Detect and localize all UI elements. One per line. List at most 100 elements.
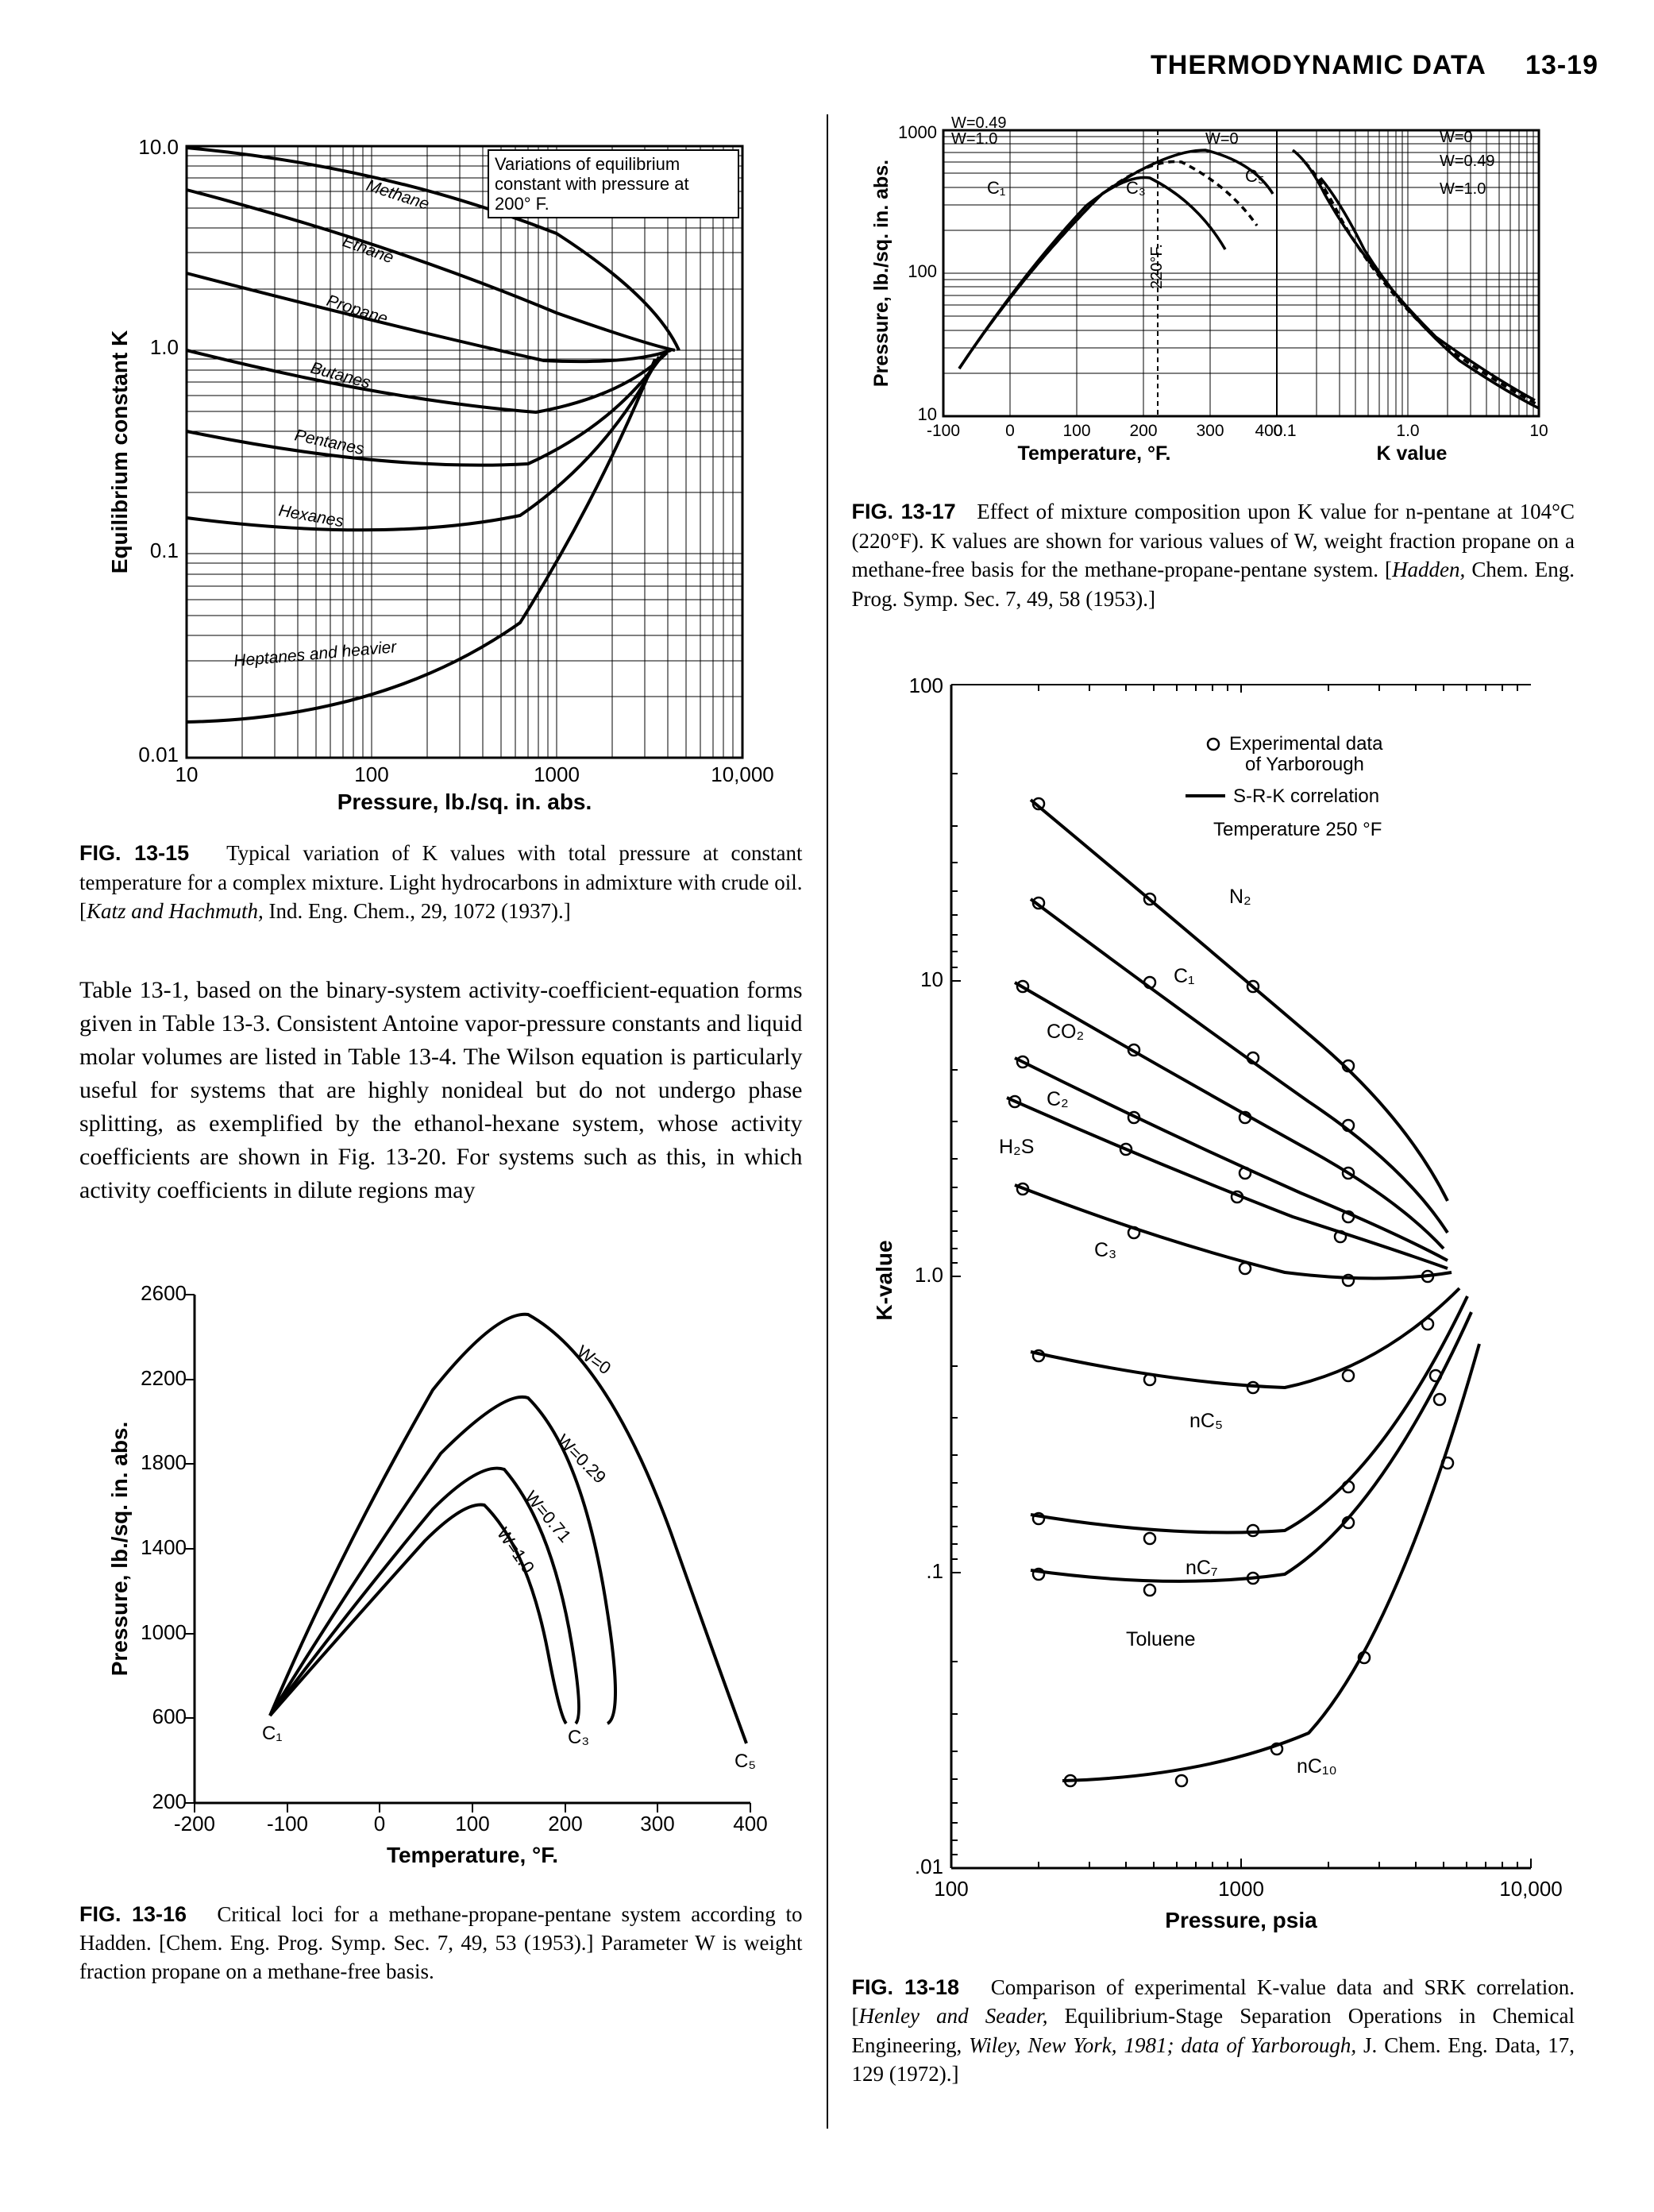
xlabel: Temperature, °F. <box>387 1843 558 1867</box>
xtick: 400 <box>734 1812 768 1836</box>
fignum: FIG. 13-17 <box>852 500 956 523</box>
ytick: 0.01 <box>139 743 179 766</box>
species-label: Toluene <box>1126 1628 1196 1650</box>
caption-13-17: FIG. 13-17 Effect of mixture composition… <box>852 497 1575 613</box>
ytick: 10 <box>920 967 943 991</box>
ytick: 1.0 <box>915 1263 943 1287</box>
xtick: 100 <box>355 762 389 786</box>
caption-citation: Hadden, <box>1392 558 1465 581</box>
ylabel: Equilibrium constant K <box>107 330 132 573</box>
xtick: 0 <box>1005 422 1015 440</box>
caption-tail: Ind. Eng. Chem., 29, 1072 (1937).] <box>264 899 571 923</box>
point-label: C₃ <box>1126 178 1146 198</box>
point-label: C₁ <box>262 1723 282 1744</box>
figure-13-17: 220°F. W=0.49 <box>852 114 1575 613</box>
ylabel: Pressure, lb./sq. in. abs. <box>107 1421 132 1676</box>
ytick: 1000 <box>898 122 937 142</box>
caption-13-16: FIG. 13-16 Critical loci for a methane-p… <box>79 1900 803 1986</box>
species-label: nC₁₀ <box>1297 1755 1337 1778</box>
legend-text: Temperature 250 °F <box>1213 819 1382 840</box>
ylabel: Pressure, lb./sq. in. abs. <box>870 160 893 387</box>
ytick: 10.0 <box>139 135 179 159</box>
caption-13-18: FIG. 13-18 Comparison of experimental K-… <box>852 1973 1575 2089</box>
inset-line-3: 200° F. <box>495 194 549 214</box>
xtick: 1.0 <box>1396 422 1419 440</box>
ytick: 100 <box>908 261 937 281</box>
series-label: Ethane <box>341 232 396 267</box>
ytick: 2600 <box>141 1281 187 1305</box>
caption-13-15: FIG. 13-15 Typical variation of K values… <box>79 839 803 925</box>
page-header: THERMODYNAMIC DATA 13-19 <box>56 48 1598 83</box>
w-label: W=0 <box>1440 129 1473 146</box>
xtick: 100 <box>934 1877 968 1901</box>
ytick: 0.1 <box>150 539 179 562</box>
page-number: 13-19 <box>1525 50 1598 80</box>
w-label: W=0 <box>1205 130 1239 148</box>
chart-fig-13-18: N₂ C₁ CO₂ C₂ H₂S C₃ nC₅ nC₇ Toluene nC₁₀ <box>856 653 1571 1963</box>
point-label: C₁ <box>987 178 1005 198</box>
ytick: 600 <box>152 1704 187 1728</box>
ytick: 1800 <box>141 1450 187 1474</box>
xtick: 1000 <box>534 762 580 786</box>
chart-fig-13-16: W=0 W=0.29 W=0.71 W=1.0 C₁ C₃ C₅ 2600 <box>91 1271 790 1890</box>
caption-citation: Henley and Seader, <box>859 2004 1048 2028</box>
w-label: W=1.0 <box>951 130 997 148</box>
chart-fig-13-15: Variations of equilibrium constant with … <box>91 114 790 829</box>
ylabel: K-value <box>872 1240 896 1320</box>
xtick: -100 <box>927 422 960 440</box>
species-label: N₂ <box>1229 886 1251 908</box>
caption-citation: Katz and Hachmuth, <box>87 899 264 923</box>
species-label: H₂S <box>999 1136 1034 1158</box>
ytick: 200 <box>152 1789 187 1813</box>
body-paragraph: Table 13-1, based on the binary-system a… <box>79 974 803 1207</box>
vline-label: 220°F. <box>1148 244 1166 289</box>
w-label: W=1.0 <box>1440 180 1486 198</box>
series-label: W=0 <box>573 1341 615 1378</box>
series-label: W=0.71 <box>521 1487 575 1546</box>
xlabel: Pressure, lb./sq. in. abs. <box>337 789 592 814</box>
caption-text: Critical loci for a methane-propane-pent… <box>79 1902 803 1984</box>
series-label: Propane <box>325 291 391 328</box>
xlabel-left: Temperature, °F. <box>1017 442 1170 465</box>
w-label: W=0.49 <box>1440 152 1494 170</box>
point-label: C₃ <box>568 1727 589 1748</box>
species-label: C₂ <box>1047 1088 1069 1110</box>
xtick: -200 <box>174 1812 215 1836</box>
xtick: 10,000 <box>711 762 774 786</box>
xtick: 1000 <box>1218 1877 1264 1901</box>
xtick: 10 <box>1529 422 1548 440</box>
xtick: 200 <box>549 1812 583 1836</box>
header-title: THERMODYNAMIC DATA <box>1151 50 1486 80</box>
series-label: Heptanes and heavier <box>233 638 399 670</box>
ytick: .1 <box>926 1559 943 1583</box>
w-label: W=0.49 <box>951 114 1006 132</box>
xtick: -100 <box>267 1812 308 1836</box>
species-label: nC₅ <box>1189 1410 1223 1432</box>
figure-13-18: N₂ C₁ CO₂ C₂ H₂S C₃ nC₅ nC₇ Toluene nC₁₀ <box>852 653 1575 2089</box>
figure-13-16: W=0 W=0.29 W=0.71 W=1.0 C₁ C₃ C₅ 2600 <box>79 1271 803 1986</box>
ytick: 1400 <box>141 1535 187 1559</box>
chart-fig-13-17: 220°F. W=0.49 <box>856 114 1571 488</box>
fignum: FIG. 13-16 <box>79 1902 187 1926</box>
xtick: 10,000 <box>1499 1877 1563 1901</box>
series-label: W=0.29 <box>553 1430 611 1487</box>
legend-text: Experimental data <box>1229 733 1383 755</box>
xlabel: Pressure, psia <box>1165 1908 1317 1932</box>
xtick: 200 <box>1129 422 1157 440</box>
series-label: W=1.0 <box>493 1523 538 1577</box>
ytick: 1.0 <box>150 335 179 359</box>
ytick: 1000 <box>141 1620 187 1644</box>
species-label: C₃ <box>1094 1239 1116 1261</box>
point-label: C₅ <box>734 1751 756 1772</box>
xlabel-right: K value <box>1376 442 1447 465</box>
point-label: C₅ <box>1245 166 1265 186</box>
species-label: CO₂ <box>1047 1021 1084 1043</box>
legend-text: of Yarborough <box>1245 754 1364 775</box>
xtick: 300 <box>641 1812 675 1836</box>
species-label: nC₇ <box>1186 1557 1218 1579</box>
ytick: 100 <box>908 674 943 697</box>
xtick: 0.1 <box>1273 422 1296 440</box>
ytick: .01 <box>915 1855 943 1878</box>
inset-line-2: constant with pressure at <box>495 174 689 194</box>
xtick: 100 <box>1062 422 1090 440</box>
